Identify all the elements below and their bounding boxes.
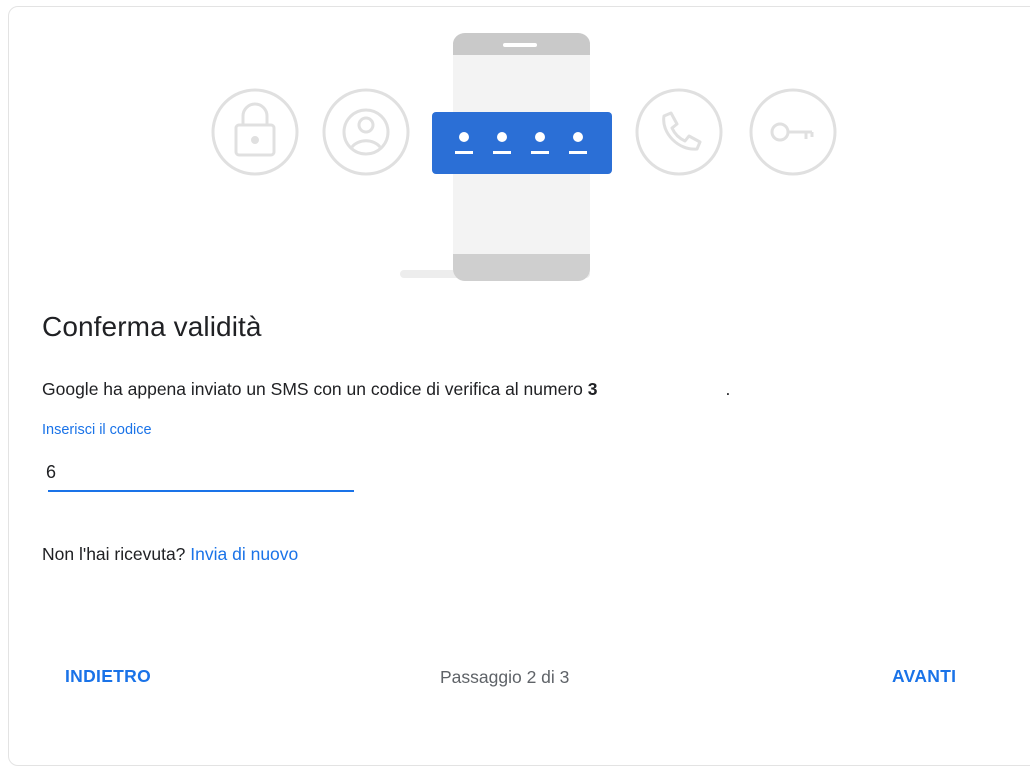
code-dot <box>535 132 545 142</box>
next-button[interactable]: AVANTI <box>892 666 956 687</box>
step-indicator: Passaggio 2 di 3 <box>440 667 570 687</box>
code-dash <box>455 151 473 154</box>
lock-icon <box>211 88 299 176</box>
code-dash <box>531 151 549 154</box>
verification-description: Google ha appena inviato un SMS con un c… <box>42 379 730 400</box>
code-dot <box>573 132 583 142</box>
verification-illustration <box>211 33 837 281</box>
code-field-underline <box>48 490 354 492</box>
description-suffix: . <box>725 379 731 399</box>
resend-link[interactable]: Invia di nuovo <box>190 544 298 564</box>
code-dash <box>493 151 511 154</box>
code-dot <box>459 132 469 142</box>
verification-code-input[interactable] <box>42 452 358 492</box>
person-icon <box>322 88 410 176</box>
phone-number: 3 <box>587 379 598 399</box>
code-field-label: Inserisci il codice <box>42 422 152 438</box>
resend-prompt: Non l'hai ricevuta? <box>42 544 191 564</box>
code-dots-icon <box>432 112 612 174</box>
back-button[interactable]: INDIETRO <box>65 666 151 687</box>
key-icon <box>749 88 837 176</box>
code-dash <box>569 151 587 154</box>
phone-icon <box>635 88 723 176</box>
page-title: Conferma validità <box>42 311 262 342</box>
code-dot <box>497 132 507 142</box>
description-text: Google ha appena inviato un SMS con un c… <box>42 379 588 399</box>
resend-row: Non l'hai ricevuta? Invia di nuovo <box>42 544 298 565</box>
